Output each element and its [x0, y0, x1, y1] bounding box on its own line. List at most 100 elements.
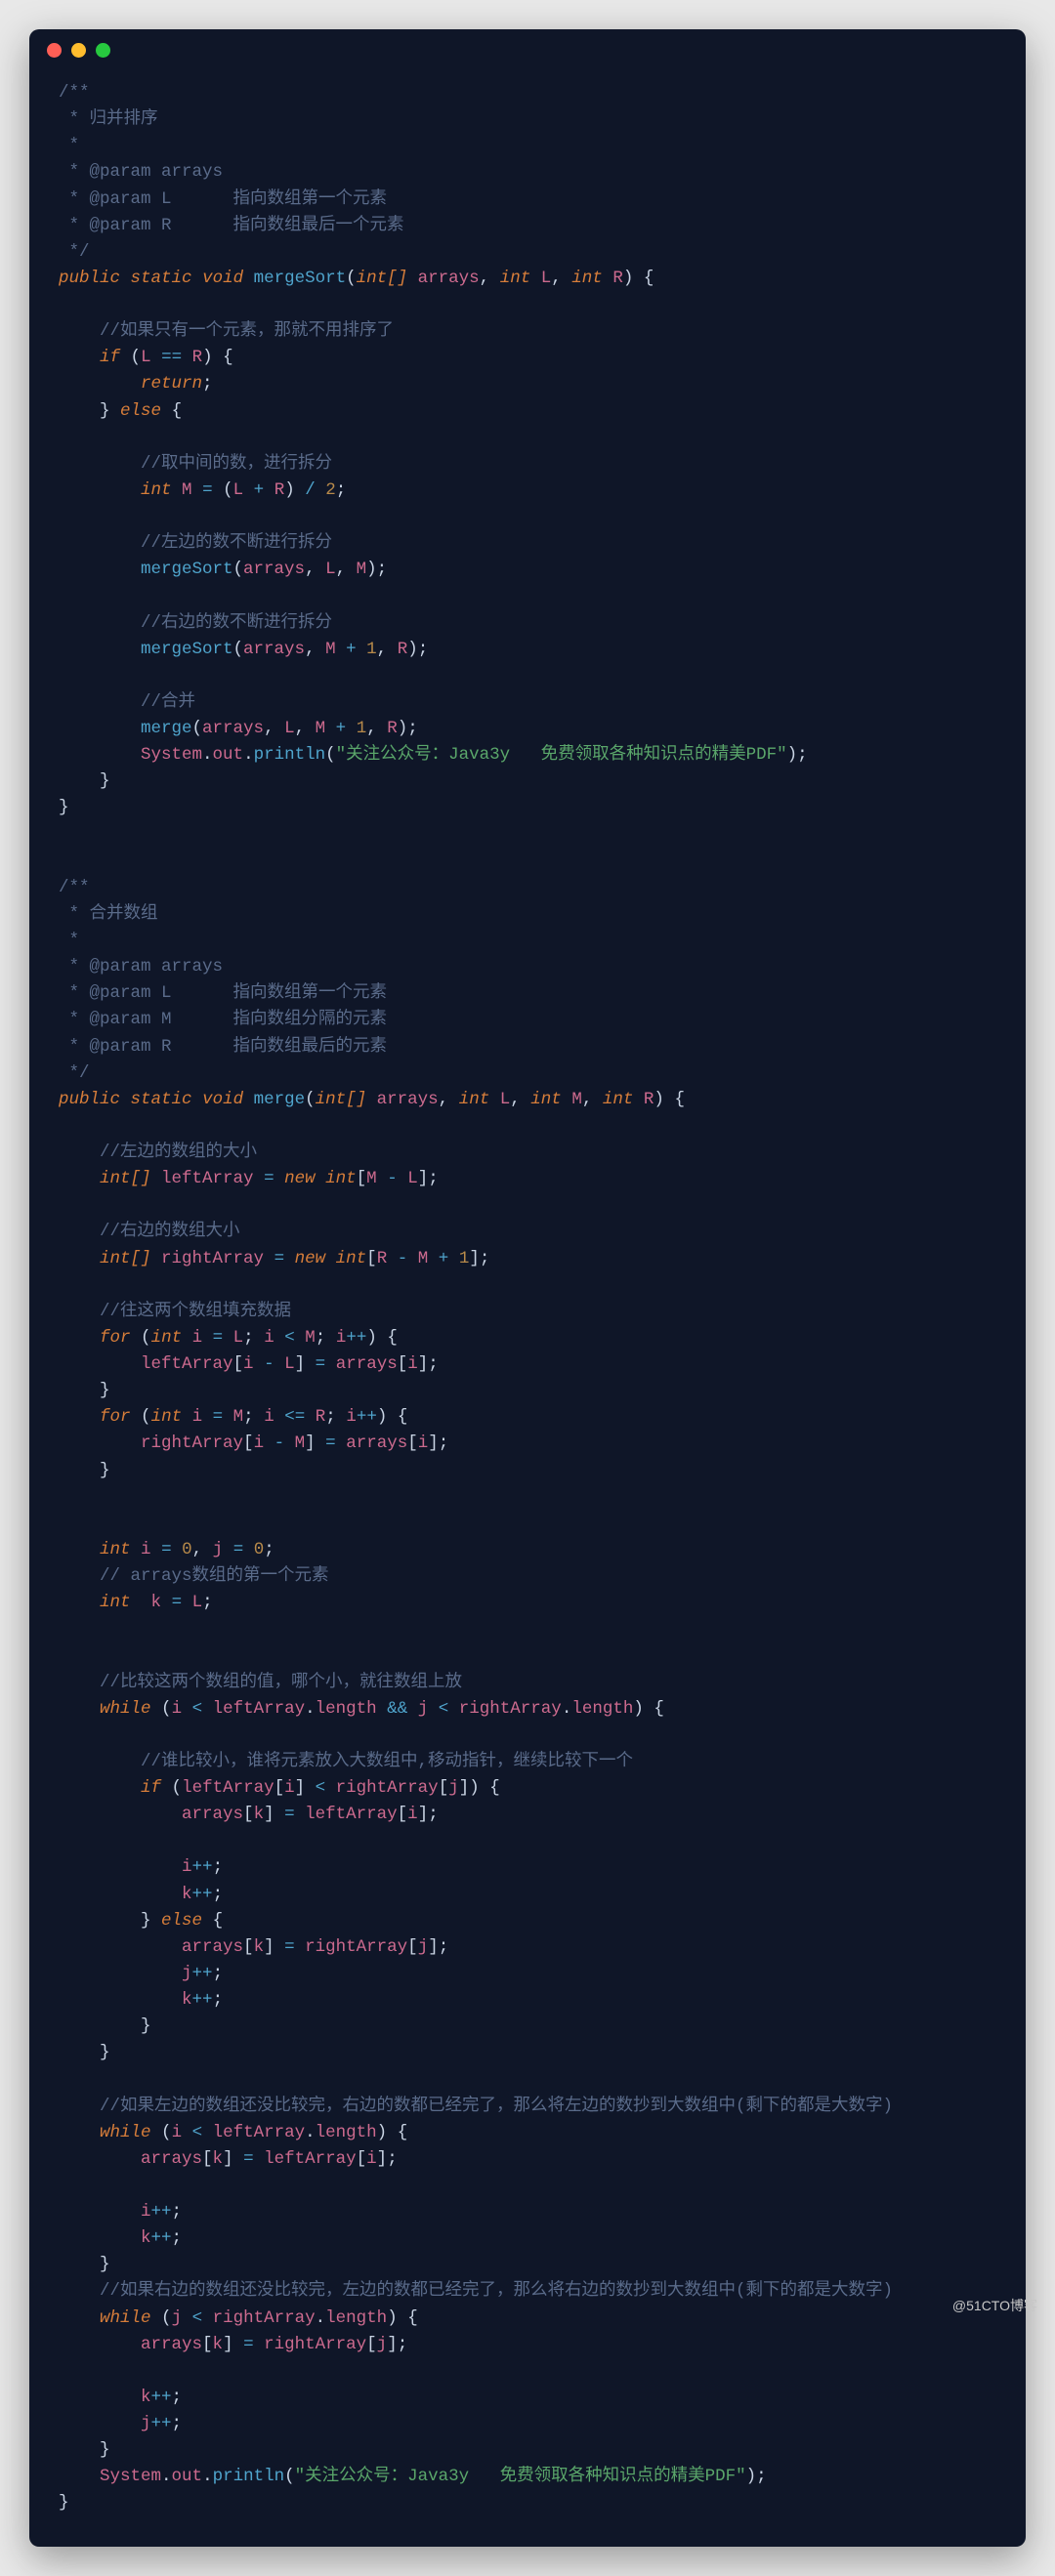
- doc-desc: 指向数组最后的元素: [233, 1037, 388, 1057]
- id-k: k: [151, 1593, 162, 1612]
- id-rightarray: rightArray: [161, 1249, 264, 1268]
- doc-desc: 指向数组第一个元素: [233, 189, 388, 209]
- id-l: L: [141, 348, 151, 367]
- num-1: 1: [366, 640, 377, 659]
- kw-else: else: [161, 1911, 202, 1931]
- fn-mergesort: mergeSort: [254, 269, 347, 288]
- id-rightarray: rightArray: [264, 2335, 366, 2354]
- id-leftarray: leftArray: [161, 1169, 254, 1188]
- id-rightarray: rightArray: [336, 1778, 439, 1798]
- op-le: <=: [284, 1407, 305, 1427]
- id-j: j: [418, 1699, 429, 1719]
- ty-int: int: [325, 1169, 357, 1188]
- id-i: i: [407, 1805, 418, 1824]
- comment: //如果左边的数组还没比较完，右边的数都已经完了，那么将左边的数抄到大数组中(剩…: [100, 2097, 893, 2116]
- id-j: j: [172, 2308, 183, 2328]
- doc-close: */: [59, 242, 90, 262]
- id-l: L: [407, 1169, 418, 1188]
- id-rightarray: rightArray: [213, 2308, 316, 2328]
- id-m: M: [357, 560, 367, 579]
- id-leftarray: leftArray: [264, 2149, 357, 2169]
- id-i: i: [192, 1407, 203, 1427]
- id-m: M: [316, 719, 326, 738]
- code-window: /** * 归并排序 * * @param arrays * @param L …: [29, 29, 1026, 2547]
- id-j: j: [418, 1937, 429, 1957]
- id-r: R: [316, 1407, 326, 1427]
- id-k: k: [213, 2149, 224, 2169]
- ty-int: int: [603, 1090, 634, 1109]
- id-arrays: arrays: [243, 560, 305, 579]
- id-l: L: [233, 480, 244, 500]
- id-i: i: [264, 1407, 274, 1427]
- id-m: M: [571, 1090, 582, 1109]
- id-m: M: [366, 1169, 377, 1188]
- id-leftarray: leftArray: [213, 2123, 306, 2142]
- id-r: R: [644, 1090, 654, 1109]
- op-plus: +: [346, 640, 357, 659]
- id-j: j: [182, 1964, 192, 1983]
- fn-println: println: [254, 745, 326, 765]
- doc-desc: 指向数组分隔的元素: [233, 1010, 388, 1029]
- id-rightarray: rightArray: [459, 1699, 562, 1719]
- doc-line: * @param arrays: [59, 957, 223, 976]
- id-l: L: [192, 1593, 203, 1612]
- id-l: L: [284, 1354, 295, 1374]
- doc-open: /**: [59, 83, 90, 103]
- op-lt: <: [284, 1328, 295, 1348]
- num-1: 1: [459, 1249, 470, 1268]
- id-m: M: [233, 1407, 244, 1427]
- id-i: i: [172, 1699, 183, 1719]
- op-eq: ==: [161, 348, 182, 367]
- ty-int-arr: int[]: [100, 1249, 151, 1268]
- id-leftarray: leftArray: [213, 1699, 306, 1719]
- ty-int: int: [151, 1407, 183, 1427]
- doc-line: * @param L: [59, 189, 172, 209]
- id-k: k: [213, 2335, 224, 2354]
- id-i: i: [284, 1778, 295, 1798]
- fn-println: println: [213, 2467, 285, 2486]
- doc-line: * @param L: [59, 983, 172, 1003]
- doc-desc: 指向数组第一个元素: [233, 983, 388, 1003]
- doc-line: *: [59, 931, 79, 950]
- id-arrays: arrays: [202, 719, 264, 738]
- kw-new: new: [284, 1169, 316, 1188]
- doc-line: * @param M: [59, 1010, 172, 1029]
- id-l: L: [541, 269, 552, 288]
- id-i: i: [407, 1354, 418, 1374]
- id-k: k: [254, 1937, 265, 1957]
- num-1: 1: [357, 719, 367, 738]
- id-k: k: [141, 2228, 151, 2248]
- fn-merge: merge: [254, 1090, 306, 1109]
- comment: //往这两个数组填充数据: [100, 1302, 291, 1321]
- num-0: 0: [182, 1540, 192, 1559]
- id-r: R: [377, 1249, 388, 1268]
- id-i: i: [141, 2202, 151, 2222]
- fn-mergesort: mergeSort: [141, 560, 233, 579]
- kw-for: for: [100, 1407, 131, 1427]
- kw-while: while: [100, 2308, 151, 2328]
- ty-void: void: [202, 269, 243, 288]
- fld-length: length: [571, 1699, 633, 1719]
- id-arrays: arrays: [336, 1354, 398, 1374]
- op-inc: ++: [357, 1407, 377, 1427]
- id-arrays: arrays: [141, 2149, 202, 2169]
- ty-int: int: [100, 1593, 131, 1612]
- comment: //左边的数组的大小: [100, 1143, 257, 1162]
- op-assign: =: [202, 480, 213, 500]
- id-l: L: [284, 719, 295, 738]
- doc-desc: 指向数组最后一个元素: [233, 216, 404, 235]
- minimize-icon[interactable]: [71, 43, 86, 58]
- close-icon[interactable]: [47, 43, 62, 58]
- op-plus: +: [336, 719, 347, 738]
- kw-static: static: [131, 269, 192, 288]
- window-titlebar: [29, 29, 1026, 70]
- id-k: k: [182, 1990, 192, 2010]
- comment: //左边的数不断进行拆分: [141, 533, 332, 553]
- id-j: j: [448, 1778, 459, 1798]
- op-minus: -: [387, 1169, 398, 1188]
- doc-line: * 合并数组: [59, 904, 158, 924]
- maximize-icon[interactable]: [96, 43, 110, 58]
- kw-if: if: [100, 348, 120, 367]
- id-r: R: [398, 640, 408, 659]
- doc-line: * @param arrays: [59, 162, 223, 182]
